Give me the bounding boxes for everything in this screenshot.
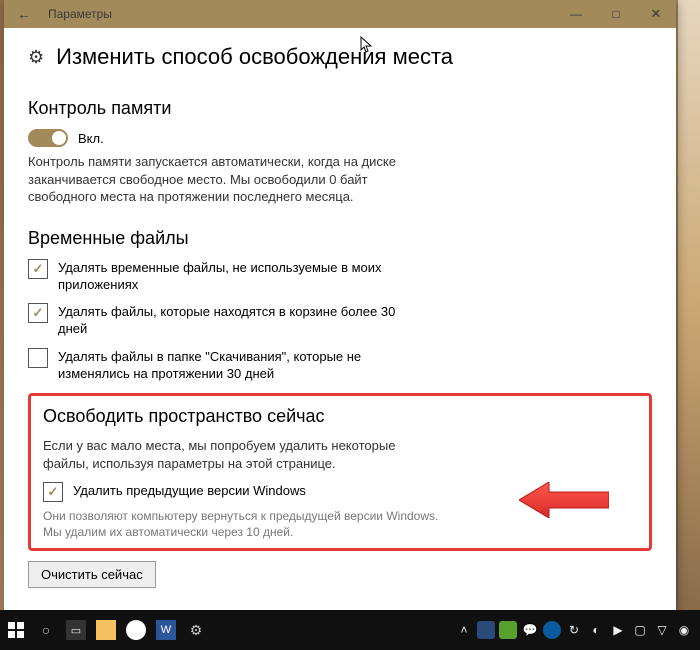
temp-files-label-2: Удалять файлы, которые находятся в корзи… xyxy=(58,303,428,338)
chrome-button[interactable] xyxy=(122,610,150,650)
annotation-arrow-icon xyxy=(519,482,609,518)
taskview-button[interactable]: ▭ xyxy=(62,610,90,650)
close-button[interactable]: ✕ xyxy=(636,0,676,28)
settings-taskbar-button[interactable]: ⚙ xyxy=(182,610,210,650)
tray-edge-icon[interactable] xyxy=(543,621,561,639)
tray-sync-icon[interactable]: ↻ xyxy=(565,621,583,639)
settings-window: ← Параметры — □ ✕ ⚙ Изменить способ осво… xyxy=(4,0,676,610)
memory-control-heading: Контроль памяти xyxy=(28,98,652,119)
window-title: Параметры xyxy=(44,7,556,21)
temp-files-checkbox-1[interactable] xyxy=(28,259,48,279)
page-title: Изменить способ освобождения места xyxy=(56,44,453,70)
tray-net-icon[interactable]: ▢ xyxy=(631,621,649,639)
tray-msg-icon[interactable]: 💬 xyxy=(521,621,539,639)
tray-app2-icon[interactable] xyxy=(499,621,517,639)
delete-previous-windows-checkbox[interactable] xyxy=(43,482,63,502)
taskbar: ○ ▭ W ⚙ ˄ 💬 ↻ ◐ ▶ ▢ ▽ ◉ xyxy=(0,610,700,650)
window-titlebar: ← Параметры — □ ✕ xyxy=(4,0,676,28)
tray-play-icon[interactable]: ▶ xyxy=(609,621,627,639)
minimize-button[interactable]: — xyxy=(556,0,596,28)
tray-vol-icon[interactable]: ◉ xyxy=(675,621,693,639)
tray-sound-icon[interactable]: ◐ xyxy=(587,621,605,639)
free-space-note: Они позволяют компьютеру вернуться к пре… xyxy=(43,508,443,540)
temp-files-checkbox-3[interactable] xyxy=(28,348,48,368)
memory-control-toggle[interactable] xyxy=(28,129,68,147)
temp-files-checkbox-2[interactable] xyxy=(28,303,48,323)
start-button[interactable] xyxy=(2,610,30,650)
gear-icon: ⚙ xyxy=(28,47,44,68)
maximize-button[interactable]: □ xyxy=(596,0,636,28)
free-space-highlight: Освободить пространство сейчас Если у ва… xyxy=(28,393,652,551)
delete-previous-windows-label: Удалить предыдущие версии Windows xyxy=(73,482,306,500)
explorer-button[interactable] xyxy=(92,610,120,650)
memory-control-description: Контроль памяти запускается автоматическ… xyxy=(28,153,428,206)
word-button[interactable]: W xyxy=(152,610,180,650)
temp-files-label-1: Удалять временные файлы, не используемые… xyxy=(58,259,428,294)
temp-files-heading: Временные файлы xyxy=(28,228,652,249)
tray-app-icon[interactable] xyxy=(477,621,495,639)
free-space-heading: Освободить пространство сейчас xyxy=(43,406,637,427)
back-button[interactable]: ← xyxy=(4,6,44,22)
clean-now-button[interactable]: Очистить сейчас xyxy=(28,561,156,588)
free-space-description: Если у вас мало места, мы попробуем удал… xyxy=(43,437,443,472)
search-button[interactable]: ○ xyxy=(32,610,60,650)
tray-shield-icon[interactable]: ▽ xyxy=(653,621,671,639)
tray-up-icon[interactable]: ˄ xyxy=(455,621,473,639)
temp-files-label-3: Удалять файлы в папке "Скачивания", кото… xyxy=(58,348,428,383)
memory-control-toggle-label: Вкл. xyxy=(78,131,104,146)
